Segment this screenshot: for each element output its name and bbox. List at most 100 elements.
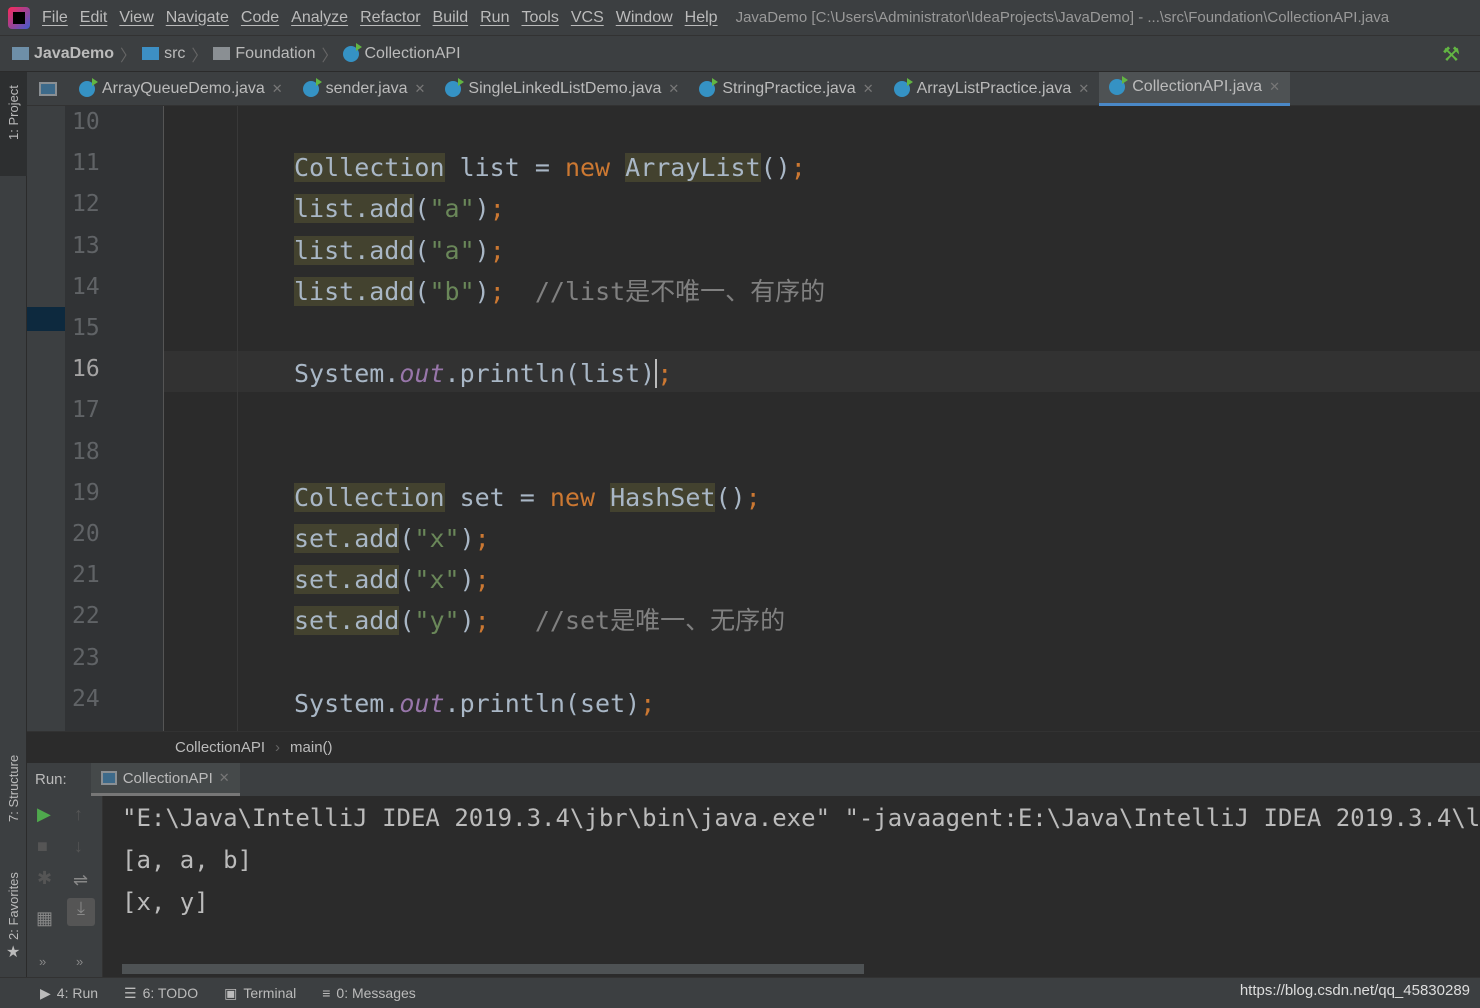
editor-tabs: ArrayQueueDemo.java ✕ sender.java ✕ SingleLi…: [27, 71, 1480, 106]
menu-tools[interactable]: Tools: [521, 9, 558, 27]
terminal-tool-button[interactable]: ▣ Terminal: [224, 985, 296, 1002]
tab-collectionapi[interactable]: CollectionAPI.java ✕: [1099, 71, 1290, 106]
menu-vcs[interactable]: VCS: [571, 9, 604, 27]
code-token: out: [399, 359, 445, 389]
console-icon: [100, 771, 117, 785]
star-icon: ★: [6, 944, 21, 961]
close-icon[interactable]: ✕: [1269, 79, 1280, 95]
todo-tool-button[interactable]: ☰ 6: TODO: [124, 985, 198, 1002]
run-tool-button[interactable]: ▶ 4: Run: [40, 985, 98, 1002]
menu-bar: File Edit View Navigate Code Analyze Refactor B…: [0, 0, 1480, 36]
tab-arraylistpractice[interactable]: ArrayListPractice.java ✕: [884, 72, 1100, 106]
run-panel-header: Run: CollectionAPI ✕: [27, 763, 1480, 796]
close-icon[interactable]: ✕: [272, 81, 283, 97]
menu-file[interactable]: File: [42, 9, 68, 27]
menu-help[interactable]: Help: [685, 9, 718, 27]
code-token: ;: [745, 482, 761, 512]
tab-label: StringPractice.java: [722, 79, 856, 97]
left-tool-strip: 1: Project 7: Structure 2: Favorites ★: [0, 72, 27, 977]
code-token: (: [399, 524, 415, 553]
window-title: JavaDemo [C:\Users\Administrator\IdeaPro…: [735, 9, 1390, 26]
menu-navigate[interactable]: Navigate: [166, 9, 229, 27]
run-tab[interactable]: CollectionAPI ✕: [90, 763, 240, 796]
close-icon[interactable]: ✕: [219, 770, 230, 786]
stop-icon[interactable]: ■: [37, 836, 48, 857]
breadcrumb-project[interactable]: JavaDemo: [12, 45, 114, 63]
line-number: 22: [72, 603, 100, 630]
code-token: "a": [429, 194, 475, 224]
code-token: Collection: [294, 153, 445, 183]
line-number: 10: [72, 109, 100, 135]
code-token: (: [399, 565, 415, 595]
tab-label: SingleLinkedListDemo.java: [468, 79, 662, 97]
tab-singlelinkedlistdemo[interactable]: SingleLinkedListDemo.java ✕: [435, 72, 689, 106]
build-hammer-icon[interactable]: ⚒: [1442, 42, 1460, 67]
tab-arrayqueuedemo[interactable]: ArrayQueueDemo.java ✕: [69, 72, 293, 106]
menu-view[interactable]: View: [119, 9, 153, 27]
messages-tool-button[interactable]: ≡ 0: Messages: [322, 985, 416, 1001]
crumb-method[interactable]: main(): [290, 739, 333, 756]
project-tool-button[interactable]: 1: Project: [6, 85, 21, 140]
more-icon[interactable]: »: [76, 954, 83, 969]
code-breadcrumb: CollectionAPI › main(): [27, 731, 1480, 763]
code-editor[interactable]: Collection list = new ArrayList(); list.a…: [164, 106, 1480, 731]
menu-edit[interactable]: Edit: [80, 9, 108, 27]
class-icon: [343, 42, 363, 62]
favorites-tool-button[interactable]: 2: Favorites: [6, 872, 21, 940]
up-arrow-icon[interactable]: ↑: [74, 804, 83, 825]
soft-wrap-icon[interactable]: ⇌: [73, 870, 88, 891]
code-token: ;: [474, 565, 490, 595]
line-number: 23: [72, 644, 100, 671]
code-token: //list是不唯一、有序的: [504, 276, 826, 306]
code-token: ;: [474, 606, 490, 636]
line-number: 16: [72, 356, 100, 383]
console-line: "E:\Java\IntelliJ IDEA 2019.3.4\jbr\bin\…: [122, 804, 1480, 832]
run-toolbar: ▶ ■ ✱ ▦ » ↑ ↓ ⇌ ⤓ »: [27, 796, 103, 977]
menu-refactor[interactable]: Refactor: [360, 9, 420, 27]
menu-build[interactable]: Build: [433, 9, 469, 27]
code-line: set.add("x");: [294, 559, 490, 600]
close-icon[interactable]: ✕: [863, 81, 874, 97]
crumb-class[interactable]: CollectionAPI: [175, 739, 265, 756]
class-icon: [302, 77, 322, 97]
more-icon[interactable]: »: [39, 954, 46, 969]
line-number: 14: [72, 273, 100, 300]
close-icon[interactable]: ✕: [415, 81, 426, 97]
menu-code[interactable]: Code: [241, 9, 279, 27]
menu-window[interactable]: Window: [616, 9, 673, 27]
tab-sender[interactable]: sender.java ✕: [293, 72, 436, 106]
structure-tool-button[interactable]: 7: Structure: [6, 755, 21, 822]
down-arrow-icon[interactable]: ↓: [74, 836, 83, 857]
class-icon: [1109, 76, 1129, 95]
debug-icon[interactable]: ✱: [37, 868, 52, 889]
layout-icon[interactable]: ▦: [36, 908, 53, 929]
code-token: ): [459, 524, 475, 553]
breadcrumb-package[interactable]: Foundation: [213, 45, 315, 63]
menu-analyze[interactable]: Analyze: [291, 9, 348, 27]
horizontal-scrollbar[interactable]: [122, 964, 864, 974]
breadcrumb-src[interactable]: src: [142, 45, 185, 63]
code-token: set.add: [294, 524, 400, 553]
code-line: list.add("a");: [294, 188, 505, 229]
close-icon[interactable]: ✕: [1078, 81, 1089, 97]
project-view-icon[interactable]: [39, 81, 57, 96]
scroll-to-end-icon[interactable]: ⤓: [67, 898, 95, 926]
tab-stringpractice[interactable]: StringPractice.java ✕: [689, 72, 883, 106]
label: Terminal: [243, 985, 297, 1001]
line-number: 19: [72, 479, 100, 506]
breadcrumb-class[interactable]: CollectionAPI: [343, 42, 461, 63]
project-folder-icon: [12, 47, 29, 60]
menu-run[interactable]: Run: [480, 9, 509, 27]
code-token: set.add: [294, 606, 400, 636]
code-token: (): [760, 153, 791, 183]
package-icon: [213, 47, 231, 60]
code-token: .println(list): [444, 359, 656, 389]
list-icon: ☰: [124, 984, 137, 1001]
console-line: [a, a, b]: [122, 846, 253, 874]
line-number: 20: [72, 521, 100, 547]
console-output[interactable]: "E:\Java\IntelliJ IDEA 2019.3.4\jbr\bin\…: [104, 796, 1480, 977]
rerun-icon[interactable]: ▶: [37, 804, 51, 825]
code-token: (: [414, 194, 430, 224]
close-icon[interactable]: ✕: [668, 81, 679, 97]
